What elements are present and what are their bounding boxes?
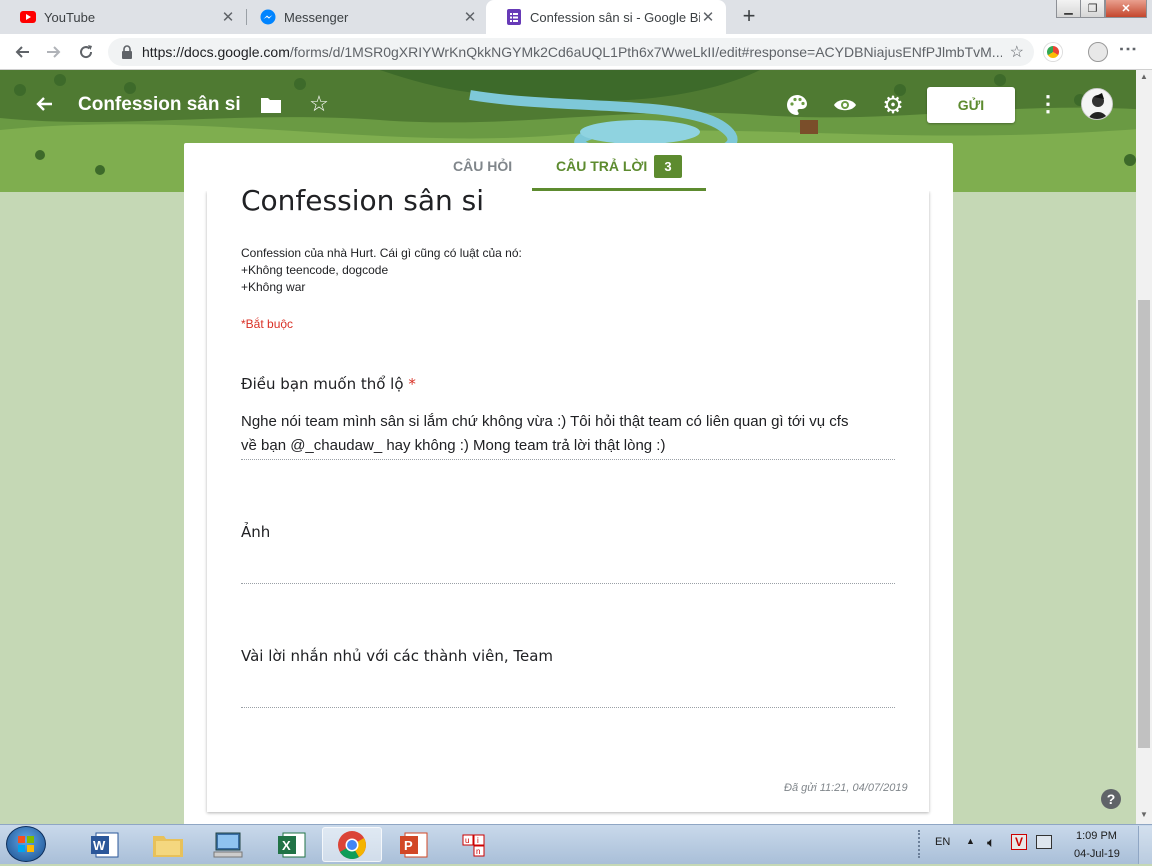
chrome-icon[interactable] <box>322 827 382 862</box>
svg-text:u: u <box>465 836 469 845</box>
new-tab-button[interactable]: + <box>738 4 760 30</box>
svg-text:W: W <box>93 838 106 853</box>
form-description-line: Confession của nhà Hurt. Cái gì cũng có … <box>241 246 522 260</box>
tab-title: Confession sân si - Google Biểu m <box>530 9 700 25</box>
scroll-up-arrow-icon[interactable]: ▲ <box>1138 72 1150 84</box>
answer-underline <box>241 459 895 460</box>
preview-eye-icon[interactable] <box>832 92 858 118</box>
more-options-icon[interactable]: ⋮ <box>1037 90 1059 118</box>
svg-text:i: i <box>477 836 479 845</box>
address-bar[interactable]: https://docs.google.com/forms/d/1MSR0gXR… <box>108 38 1034 66</box>
avatar[interactable] <box>1081 88 1113 120</box>
show-desktop-button[interactable] <box>1138 826 1152 864</box>
reload-button[interactable] <box>72 34 100 70</box>
form-name[interactable]: Confession sân si <box>78 94 241 116</box>
file-explorer-icon[interactable] <box>138 827 198 862</box>
clock-time[interactable]: 1:09 PM <box>1076 830 1117 842</box>
form-description-line: +Không teencode, dogcode <box>241 263 389 277</box>
form-description-line: +Không war <box>241 280 306 294</box>
form-title: Confession sân si <box>241 184 485 217</box>
svg-text:n: n <box>476 847 480 856</box>
profile-icon[interactable] <box>1088 42 1108 62</box>
active-tab-indicator <box>532 188 706 191</box>
response-count-badge: 3 <box>654 155 682 178</box>
start-button[interactable] <box>6 826 46 862</box>
submitted-timestamp: Đã gửi 11:21, 04/07/2019 <box>784 782 908 794</box>
unikey-icon[interactable]: uin <box>446 827 506 862</box>
answer-line: Nghe nói team mình sân si lắm chứ không … <box>241 413 849 430</box>
forward-button[interactable] <box>40 34 68 70</box>
google-forms-icon <box>506 9 522 25</box>
maximize-button[interactable]: ❐ <box>1080 0 1105 18</box>
answer-line: về bạn @_chaudaw_ hay không :) Mong team… <box>241 437 666 454</box>
language-indicator[interactable]: EN <box>935 836 950 848</box>
tab-title: Messenger <box>284 9 349 25</box>
scroll-down-arrow-icon[interactable]: ▼ <box>1138 810 1150 822</box>
browser-tab-youtube[interactable]: YouTube ✕ <box>0 0 246 34</box>
url-text: https://docs.google.com/forms/d/1MSR0gXR… <box>142 44 1002 60</box>
tray-grip <box>918 830 922 858</box>
help-button[interactable]: ? <box>1101 789 1121 809</box>
required-note: *Bắt buộc <box>241 317 294 331</box>
clock-date[interactable]: 04-Jul-19 <box>1074 848 1120 860</box>
svg-text:X: X <box>282 838 291 853</box>
close-tab-icon[interactable]: ✕ <box>700 8 716 26</box>
question-title: Vài lời nhắn nhủ với các thành viên, Tea… <box>241 647 554 665</box>
extension-icon[interactable] <box>1044 43 1062 61</box>
computer-icon[interactable] <box>199 827 259 862</box>
answer-underline <box>241 583 895 584</box>
response-card <box>207 191 929 812</box>
back-button[interactable] <box>8 34 36 70</box>
browser-menu-icon[interactable]: ⋮ <box>1118 40 1138 58</box>
window-close-button[interactable]: ✕ <box>1105 0 1147 18</box>
settings-gear-icon[interactable]: ⚙ <box>880 92 906 119</box>
answer-text: Nghe nói team mình sân si lắm chứ không … <box>241 410 895 458</box>
unikey-tray-icon[interactable]: V <box>1011 834 1027 850</box>
question-title-text: Điều bạn muốn thổ lộ <box>241 375 404 393</box>
back-arrow-icon[interactable] <box>32 92 56 116</box>
palette-icon[interactable] <box>784 92 810 118</box>
required-asterisk: * <box>408 375 416 393</box>
tab-title: YouTube <box>44 9 96 25</box>
show-hidden-icons-icon[interactable]: ▲ <box>966 836 975 846</box>
close-tab-icon[interactable]: ✕ <box>220 8 236 26</box>
excel-icon[interactable]: X <box>262 827 322 862</box>
tab-responses[interactable]: CÂU TRẢ LỜI <box>556 158 647 174</box>
folder-icon[interactable] <box>259 94 283 116</box>
minimize-button[interactable]: ▁ <box>1056 0 1081 18</box>
svg-text:P: P <box>404 838 413 853</box>
scrollbar-thumb[interactable] <box>1138 300 1150 748</box>
messenger-icon <box>260 9 276 25</box>
answer-underline <box>241 707 895 708</box>
browser-tab-messenger[interactable]: Messenger ✕ <box>240 0 488 34</box>
volume-icon[interactable]: 🔈︎ <box>987 834 995 851</box>
bookmark-star-icon[interactable]: ☆ <box>1010 42 1024 62</box>
network-icon[interactable] <box>1036 835 1052 849</box>
close-tab-icon[interactable]: ✕ <box>462 8 478 26</box>
lock-icon <box>122 45 132 59</box>
word-icon[interactable]: W <box>75 827 135 862</box>
send-button[interactable]: GỬI <box>927 87 1015 123</box>
tab-questions[interactable]: CÂU HỎI <box>453 158 512 174</box>
star-icon[interactable]: ☆ <box>307 91 331 116</box>
youtube-icon <box>20 9 36 25</box>
question-title: Ảnh <box>241 523 271 541</box>
powerpoint-icon[interactable]: P <box>384 827 444 862</box>
question-title: Điều bạn muốn thổ lộ * <box>241 375 416 393</box>
browser-tab-forms[interactable]: Confession sân si - Google Biểu m ✕ <box>486 0 726 34</box>
